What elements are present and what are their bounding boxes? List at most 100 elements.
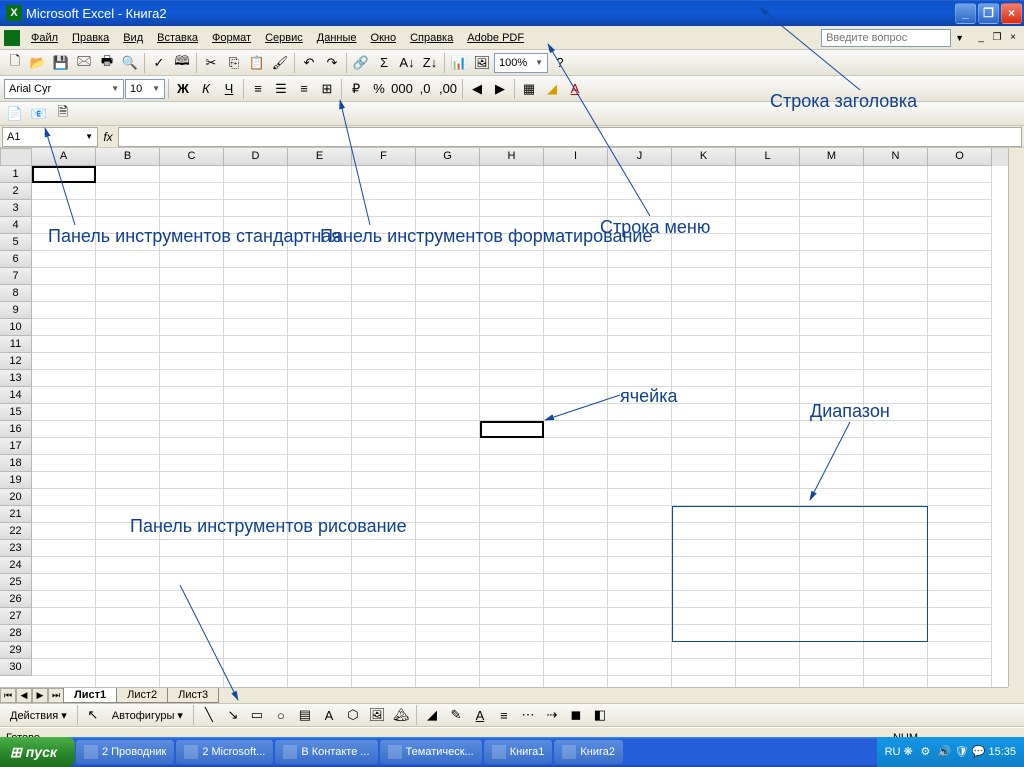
row-header[interactable]: 12	[0, 353, 32, 370]
cell[interactable]	[288, 489, 352, 506]
cell[interactable]	[96, 591, 160, 608]
cell[interactable]	[672, 217, 736, 234]
cell[interactable]	[544, 472, 608, 489]
row-header[interactable]: 16	[0, 421, 32, 438]
row-header[interactable]: 24	[0, 557, 32, 574]
cell[interactable]	[800, 659, 864, 676]
cell[interactable]	[928, 608, 992, 625]
cell[interactable]	[288, 285, 352, 302]
cell[interactable]	[480, 608, 544, 625]
cell[interactable]	[288, 234, 352, 251]
dash-style-icon[interactable]: ⋯	[517, 704, 539, 726]
wordart-icon[interactable]: A	[318, 704, 340, 726]
cell[interactable]	[736, 642, 800, 659]
drawing-icon[interactable]: 🖼	[471, 52, 493, 74]
cell[interactable]	[352, 540, 416, 557]
cell[interactable]	[544, 353, 608, 370]
cell[interactable]	[544, 302, 608, 319]
col-header[interactable]: D	[224, 148, 288, 166]
cell[interactable]	[352, 625, 416, 642]
cell[interactable]	[544, 336, 608, 353]
cell[interactable]	[672, 319, 736, 336]
cell[interactable]	[160, 642, 224, 659]
cell[interactable]	[608, 659, 672, 676]
cell[interactable]	[224, 574, 288, 591]
col-header[interactable]: G	[416, 148, 480, 166]
taskbar-item[interactable]: В Контакте ...	[275, 740, 377, 764]
cell[interactable]	[32, 625, 96, 642]
cell[interactable]	[224, 506, 288, 523]
cell[interactable]	[416, 472, 480, 489]
cell[interactable]	[416, 404, 480, 421]
cell[interactable]	[928, 472, 992, 489]
cell[interactable]	[224, 336, 288, 353]
cell[interactable]	[864, 387, 928, 404]
cell[interactable]	[160, 625, 224, 642]
cell[interactable]	[608, 404, 672, 421]
row-header[interactable]: 25	[0, 574, 32, 591]
cell[interactable]	[480, 489, 544, 506]
chart-icon[interactable]: 📊	[448, 52, 470, 74]
cell[interactable]	[608, 353, 672, 370]
row-header[interactable]: 5	[0, 234, 32, 251]
cell[interactable]	[416, 557, 480, 574]
cell[interactable]	[288, 200, 352, 217]
cell[interactable]	[352, 336, 416, 353]
hyperlink-icon[interactable]: 🔗	[350, 52, 372, 74]
cell[interactable]	[288, 625, 352, 642]
fill-icon[interactable]: ◢	[421, 704, 443, 726]
cell[interactable]	[160, 404, 224, 421]
doc-min-button[interactable]: _	[974, 31, 988, 45]
cell[interactable]	[544, 557, 608, 574]
cell[interactable]	[480, 234, 544, 251]
spellcheck-icon[interactable]: ✓	[148, 52, 170, 74]
cell[interactable]	[928, 506, 992, 523]
cell[interactable]	[224, 370, 288, 387]
cell[interactable]	[864, 285, 928, 302]
cell[interactable]	[32, 455, 96, 472]
cell[interactable]	[480, 166, 544, 183]
cell[interactable]	[736, 200, 800, 217]
cell[interactable]	[672, 642, 736, 659]
font-color-icon[interactable]: A	[564, 78, 586, 100]
open-icon[interactable]: 📂	[27, 52, 49, 74]
cell[interactable]	[544, 591, 608, 608]
cell[interactable]	[608, 608, 672, 625]
align-left-icon[interactable]: ≡	[247, 78, 269, 100]
cell[interactable]	[608, 285, 672, 302]
cell[interactable]	[608, 625, 672, 642]
cell[interactable]	[608, 234, 672, 251]
underline-icon[interactable]: Ч	[218, 78, 240, 100]
cell[interactable]	[96, 608, 160, 625]
cell[interactable]	[32, 268, 96, 285]
cell[interactable]	[800, 642, 864, 659]
cell[interactable]	[224, 285, 288, 302]
row-header[interactable]: 19	[0, 472, 32, 489]
row-header[interactable]: 18	[0, 455, 32, 472]
cell[interactable]	[352, 387, 416, 404]
cell[interactable]	[736, 285, 800, 302]
cell[interactable]	[352, 183, 416, 200]
cell[interactable]	[416, 591, 480, 608]
cell[interactable]	[928, 387, 992, 404]
cell[interactable]	[160, 472, 224, 489]
picture-icon[interactable]: 🏔	[390, 704, 412, 726]
cell[interactable]	[96, 268, 160, 285]
cell[interactable]	[928, 523, 992, 540]
cell[interactable]	[160, 370, 224, 387]
cell[interactable]	[32, 642, 96, 659]
cell[interactable]	[928, 268, 992, 285]
cell[interactable]	[416, 489, 480, 506]
cell[interactable]	[672, 302, 736, 319]
cell[interactable]	[352, 319, 416, 336]
cell[interactable]	[416, 370, 480, 387]
cell[interactable]	[352, 217, 416, 234]
cell[interactable]	[288, 591, 352, 608]
vertical-scrollbar[interactable]	[1008, 148, 1024, 687]
cell[interactable]	[32, 370, 96, 387]
cell[interactable]	[608, 472, 672, 489]
cell[interactable]	[480, 523, 544, 540]
cell[interactable]	[32, 506, 96, 523]
cell[interactable]	[608, 540, 672, 557]
cell[interactable]	[160, 659, 224, 676]
